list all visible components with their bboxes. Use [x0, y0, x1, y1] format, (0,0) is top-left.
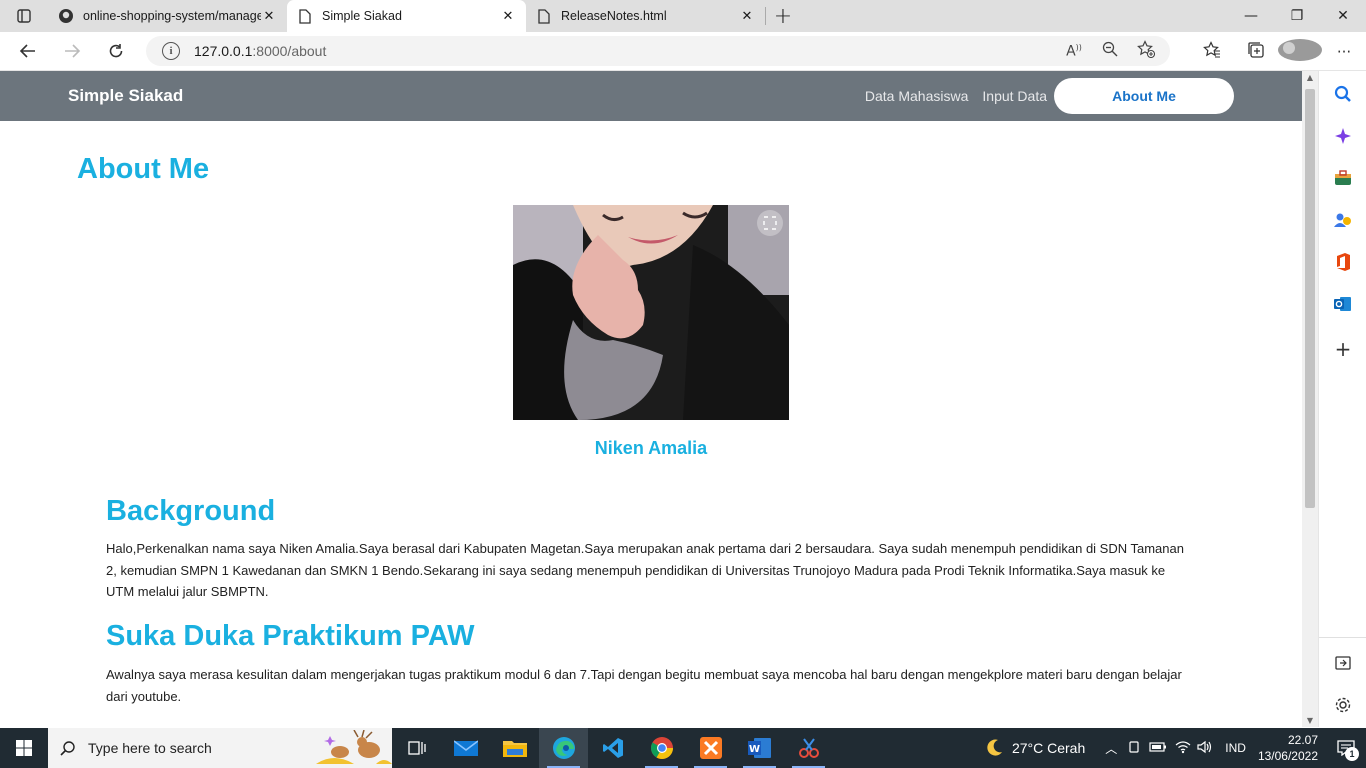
- xampp-icon[interactable]: [686, 728, 735, 768]
- tab-title: ReleaseNotes.html: [561, 9, 667, 23]
- weather-moon-icon[interactable]: [986, 738, 1004, 759]
- vscode-icon[interactable]: [588, 728, 637, 768]
- refresh-icon: [109, 44, 123, 58]
- forward-arrow-icon: [65, 44, 81, 58]
- clock-time: 22.07: [1287, 733, 1318, 747]
- clock-date: 13/06/2022: [1257, 749, 1318, 763]
- site-info-icon[interactable]: i: [162, 42, 180, 60]
- collections-icon[interactable]: [1234, 41, 1278, 63]
- tab-title: online-shopping-system/manage: [83, 9, 261, 23]
- back-button[interactable]: [6, 32, 50, 71]
- window-controls: — ❐ ✕: [1228, 0, 1366, 32]
- snipping-tool-icon[interactable]: [784, 728, 833, 768]
- close-tab-icon[interactable]: ✕: [261, 9, 277, 24]
- outlook-icon[interactable]: [1319, 286, 1366, 322]
- nav-link-data-mahasiswa[interactable]: Data Mahasiswa: [865, 88, 969, 104]
- meet-now-icon[interactable]: [1127, 740, 1141, 757]
- windows-logo-icon: [16, 740, 32, 756]
- read-aloud-icon[interactable]: A)): [1056, 43, 1092, 60]
- edge-sidebar: +: [1318, 71, 1366, 727]
- forward-button[interactable]: [50, 32, 94, 71]
- section-text-praktikum: Awalnya saya merasa kesulitan dalam meng…: [106, 667, 1182, 704]
- navbar-brand[interactable]: Simple Siakad: [68, 71, 183, 121]
- windows-start-button[interactable]: [0, 728, 48, 768]
- refresh-button[interactable]: [94, 32, 138, 71]
- back-arrow-icon: [19, 44, 35, 58]
- hide-sidebar-icon[interactable]: [1319, 645, 1366, 681]
- mail-app-icon[interactable]: [441, 728, 490, 768]
- zoom-out-icon[interactable]: [1092, 41, 1128, 61]
- svg-text:W: W: [748, 744, 759, 755]
- settings-gear-icon[interactable]: [1319, 687, 1366, 723]
- weather-text[interactable]: 27°C Cerah: [1012, 740, 1085, 756]
- search-icon: [60, 741, 75, 756]
- site-navbar: Simple Siakad Data Mahasiswa Input Data …: [0, 71, 1302, 121]
- address-toolbar: i 127.0.0.1:8000/about A)) ···: [0, 32, 1366, 71]
- show-hidden-icons-icon[interactable]: ︿: [1105, 740, 1117, 757]
- volume-icon[interactable]: [1197, 740, 1213, 757]
- maximize-button[interactable]: ❐: [1274, 0, 1320, 32]
- more-options-icon[interactable]: ···: [1322, 43, 1366, 61]
- windows-taskbar: Type here to search W 27°C Cerah ︿ IND 2…: [0, 728, 1366, 768]
- word-icon[interactable]: W: [735, 728, 784, 768]
- tab-github[interactable]: online-shopping-system/manage ✕: [48, 0, 287, 32]
- section-text-background: Halo,Perkenalkan nama saya Niken Amalia.…: [106, 541, 1184, 599]
- page-icon: [297, 8, 313, 24]
- navbar-links: Data Mahasiswa Input Data About Me: [851, 78, 1234, 114]
- wifi-icon[interactable]: [1175, 740, 1191, 757]
- browser-tab-bar: online-shopping-system/manage ✕ Simple S…: [0, 0, 1366, 32]
- close-window-button[interactable]: ✕: [1320, 0, 1366, 32]
- new-tab-button[interactable]: +: [766, 0, 800, 32]
- file-explorer-icon[interactable]: [490, 728, 539, 768]
- nav-link-about-me[interactable]: About Me: [1054, 78, 1234, 114]
- minimize-button[interactable]: —: [1228, 0, 1274, 32]
- office-icon[interactable]: [1319, 244, 1366, 280]
- profile-photo: [513, 205, 789, 420]
- url-bar[interactable]: i 127.0.0.1:8000/about A)): [146, 36, 1170, 66]
- tab-title: Simple Siakad: [322, 9, 402, 23]
- battery-icon[interactable]: [1149, 741, 1167, 756]
- section-title-praktikum: Suka Duka Praktikum PAW: [106, 620, 475, 652]
- close-tab-icon[interactable]: ✕: [500, 9, 516, 24]
- edge-browser-icon[interactable]: [539, 728, 588, 768]
- visual-search-icon[interactable]: [759, 210, 785, 236]
- github-icon: [58, 8, 74, 24]
- close-tab-icon[interactable]: ✕: [739, 9, 755, 24]
- profile-avatar[interactable]: [1278, 38, 1322, 65]
- page-scrollbar[interactable]: ▲ ▼: [1302, 71, 1318, 727]
- language-indicator[interactable]: IND: [1225, 741, 1246, 755]
- system-tray: 27°C Cerah ︿ IND 22.07 13/06/2022 1: [986, 728, 1366, 768]
- people-icon[interactable]: [1319, 202, 1366, 238]
- scrollbar-thumb[interactable]: [1305, 89, 1315, 508]
- tools-briefcase-icon[interactable]: [1319, 160, 1366, 196]
- nav-link-input-data[interactable]: Input Data: [982, 88, 1047, 104]
- page-title: About Me: [77, 153, 210, 185]
- favorites-icon[interactable]: [1190, 40, 1234, 63]
- taskbar-search-box[interactable]: Type here to search: [48, 728, 392, 768]
- web-page: Simple Siakad Data Mahasiswa Input Data …: [0, 71, 1302, 727]
- scroll-down-icon[interactable]: ▼: [1302, 716, 1318, 725]
- scroll-up-icon[interactable]: ▲: [1302, 73, 1318, 82]
- chrome-icon[interactable]: [637, 728, 686, 768]
- search-highlight-deer-icon: [316, 730, 392, 764]
- add-sidebar-app-icon[interactable]: +: [1319, 331, 1366, 367]
- notification-center-icon[interactable]: 1: [1326, 728, 1366, 768]
- search-icon[interactable]: [1319, 76, 1366, 112]
- notification-count-badge: 1: [1345, 747, 1359, 761]
- add-favorite-icon[interactable]: [1128, 40, 1164, 62]
- photo-caption: Niken Amalia: [594, 438, 708, 458]
- task-view-icon[interactable]: [392, 728, 441, 768]
- section-title-background: Background: [106, 495, 276, 527]
- url-text[interactable]: 127.0.0.1:8000/about: [194, 43, 326, 59]
- tab-simple-siakad[interactable]: Simple Siakad ✕: [287, 0, 526, 32]
- tab-actions-icon[interactable]: [0, 0, 48, 32]
- system-clock[interactable]: 22.07 13/06/2022: [1258, 732, 1318, 764]
- search-placeholder: Type here to search: [88, 740, 212, 756]
- discover-sparkle-icon[interactable]: [1319, 118, 1366, 154]
- tab-release-notes[interactable]: ReleaseNotes.html ✕: [526, 0, 765, 32]
- page-icon: [536, 8, 552, 24]
